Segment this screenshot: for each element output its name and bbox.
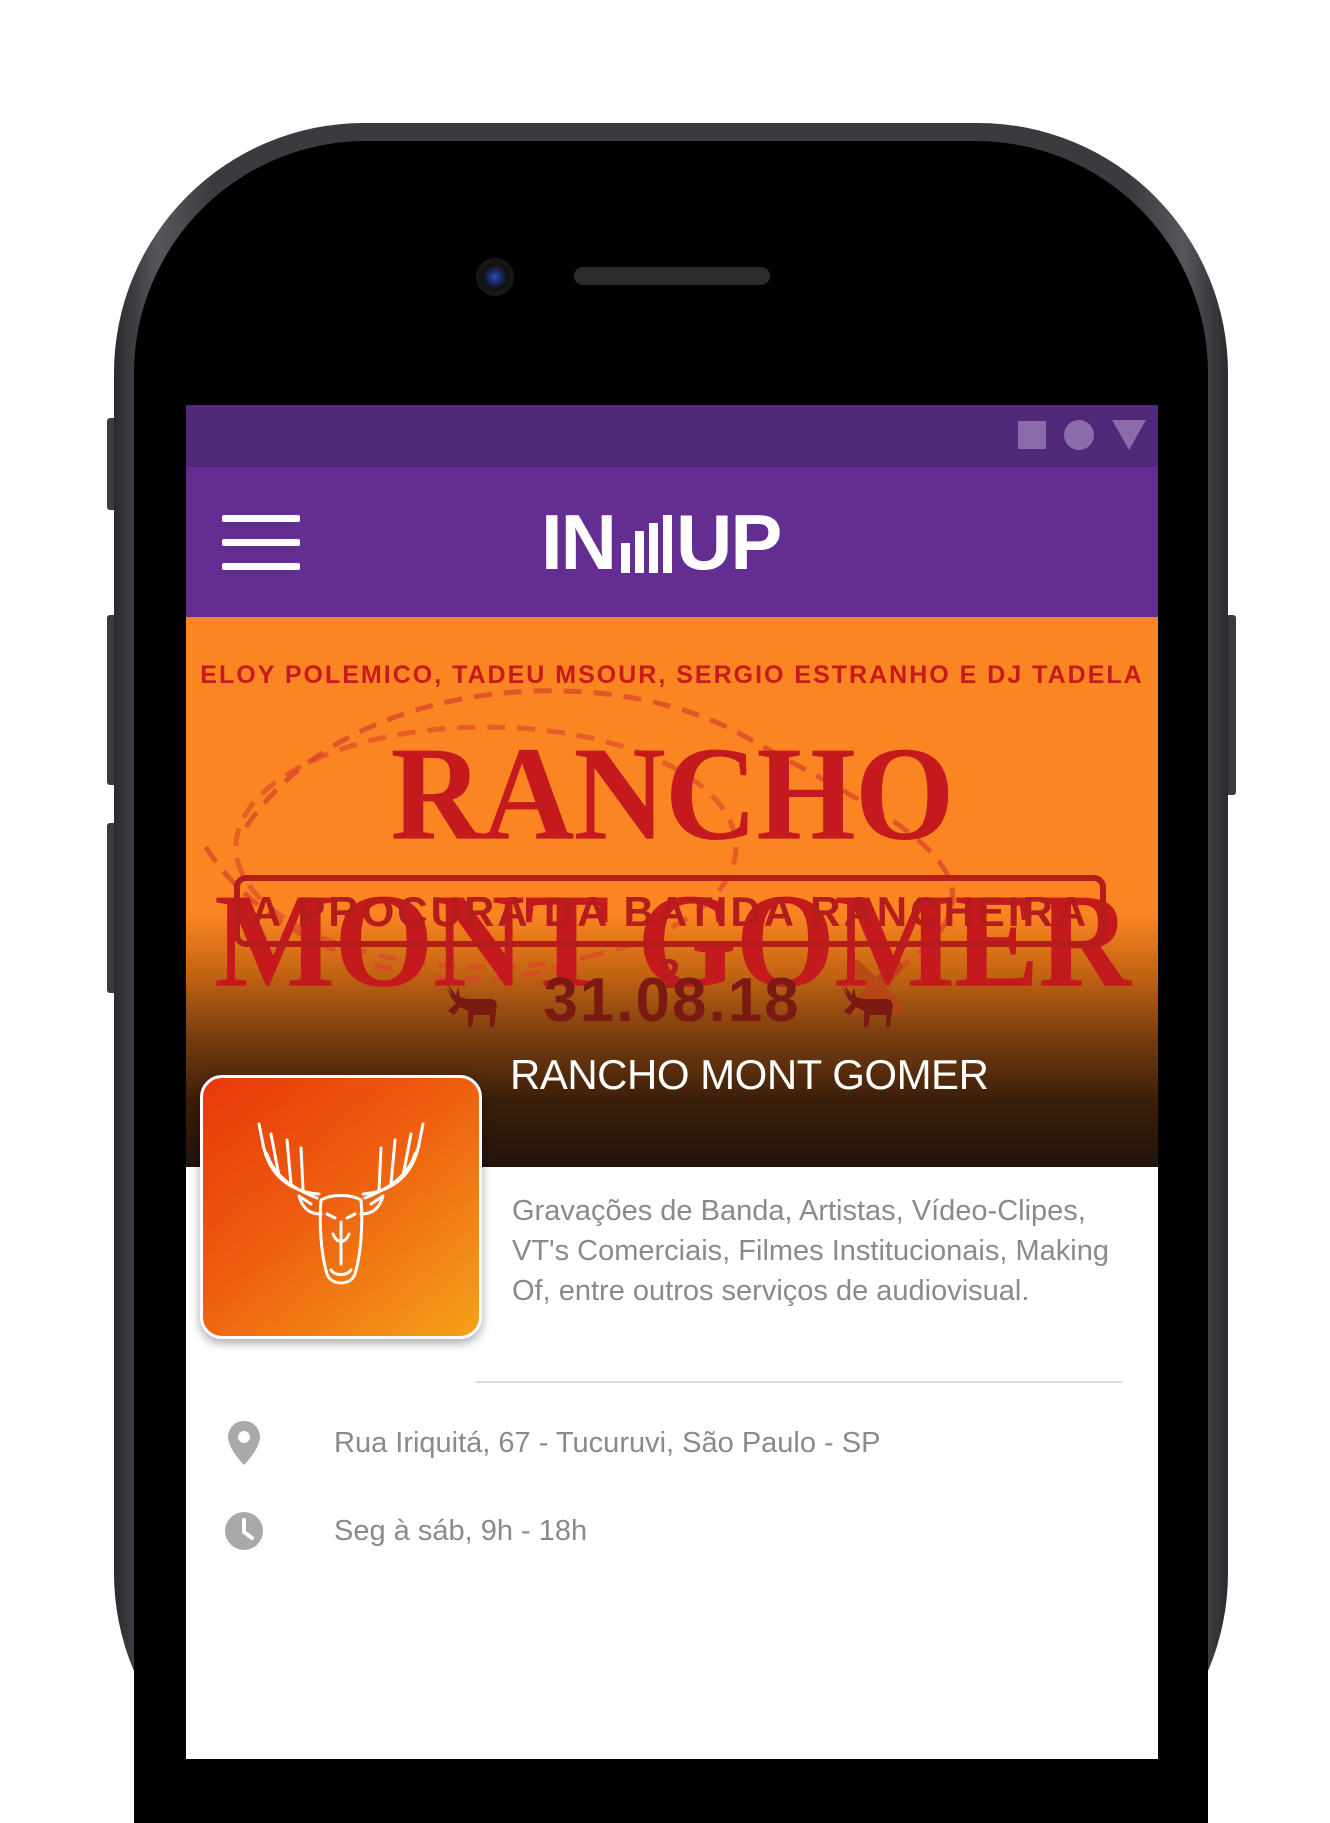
clock-icon [222,1506,266,1556]
triangle-icon [1112,420,1146,450]
hamburger-icon[interactable] [222,515,302,573]
app-bar: IN UP [186,467,1158,617]
phone-screen: IN UP ELOY POLEMICO, TADEU MSOUR, SERGIO… [186,405,1158,1759]
logo-text-right: UP [676,498,782,586]
circle-icon [1064,420,1094,450]
address-text: Rua Iriquitá, 67 - Tucuruvi, São Paulo -… [334,1426,881,1459]
logo-text-left: IN [541,498,617,586]
logo-bars-icon [621,511,672,573]
moose-head-icon [257,1122,425,1285]
venue-description: Gravações de Banda, Artistas, Vídeo-Clip… [512,1195,1109,1307]
square-icon [1018,421,1046,449]
hours-text: Seg à sáb, 9h - 18h [334,1514,588,1547]
venue-logo[interactable] [200,1075,482,1339]
artists-line: ELOY POLEMICO, TADEU MSOUR, SERGIO ESTRA… [200,661,1144,689]
divider [476,1381,1122,1383]
moose-icon [842,985,893,1027]
location-pin-icon [222,1418,266,1468]
earpiece-speaker [574,267,770,285]
venue-title: RANCHO MONT GOMER [510,1051,989,1098]
app-logo: IN UP [541,498,782,586]
status-icons [1018,420,1146,450]
address-row[interactable]: Rua Iriquitá, 67 - Tucuruvi, São Paulo -… [222,1418,880,1468]
status-bar [186,405,1158,467]
hours-row: Seg à sáb, 9h - 18h [222,1506,587,1556]
poster-subtitle: A PROCURA DA BATIDA RANCHEIRA 2 [234,875,1106,997]
poster-date: 31.08.18 [543,966,801,1035]
front-camera [476,258,514,296]
